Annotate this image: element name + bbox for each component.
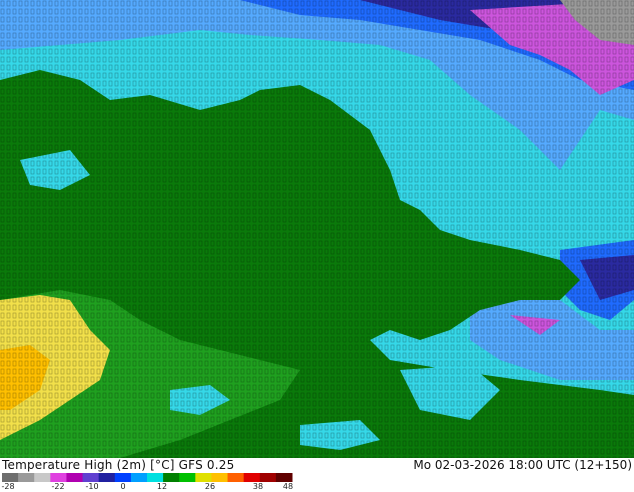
color-scale-ticks: -28 -22 -10 0 12 26 38 48 [0,482,300,492]
color-scale-swatch [259,473,277,482]
color-scale-swatch [163,473,180,482]
color-scale-swatch [179,473,196,482]
valid-time: Mo 02-03-2026 18:00 UTC (12+150) [413,458,632,472]
map-footer: Temperature High (2m) [°C] GFS 0.25 Mo 0… [0,458,634,492]
color-scale-swatch [147,473,164,482]
value-labels-overlay [0,0,634,458]
color-scale-swatch [195,473,212,482]
color-scale-swatch [114,473,132,482]
color-scale-swatch [275,473,293,482]
color-scale-swatch [227,473,245,482]
color-scale-swatch [243,473,261,482]
color-scale-bar [2,473,293,482]
color-scale-swatch [2,473,19,482]
color-scale-swatch [130,473,148,482]
color-scale-swatch [18,473,35,482]
weather-map [0,0,634,458]
color-scale-swatch [50,473,67,482]
color-scale-swatch [66,473,84,482]
color-scale-swatch [34,473,51,482]
color-scale-swatch [82,473,100,482]
color-scale-swatch [211,473,229,482]
map-title: Temperature High (2m) [°C] GFS 0.25 [2,458,235,472]
color-scale-swatch [98,473,116,482]
